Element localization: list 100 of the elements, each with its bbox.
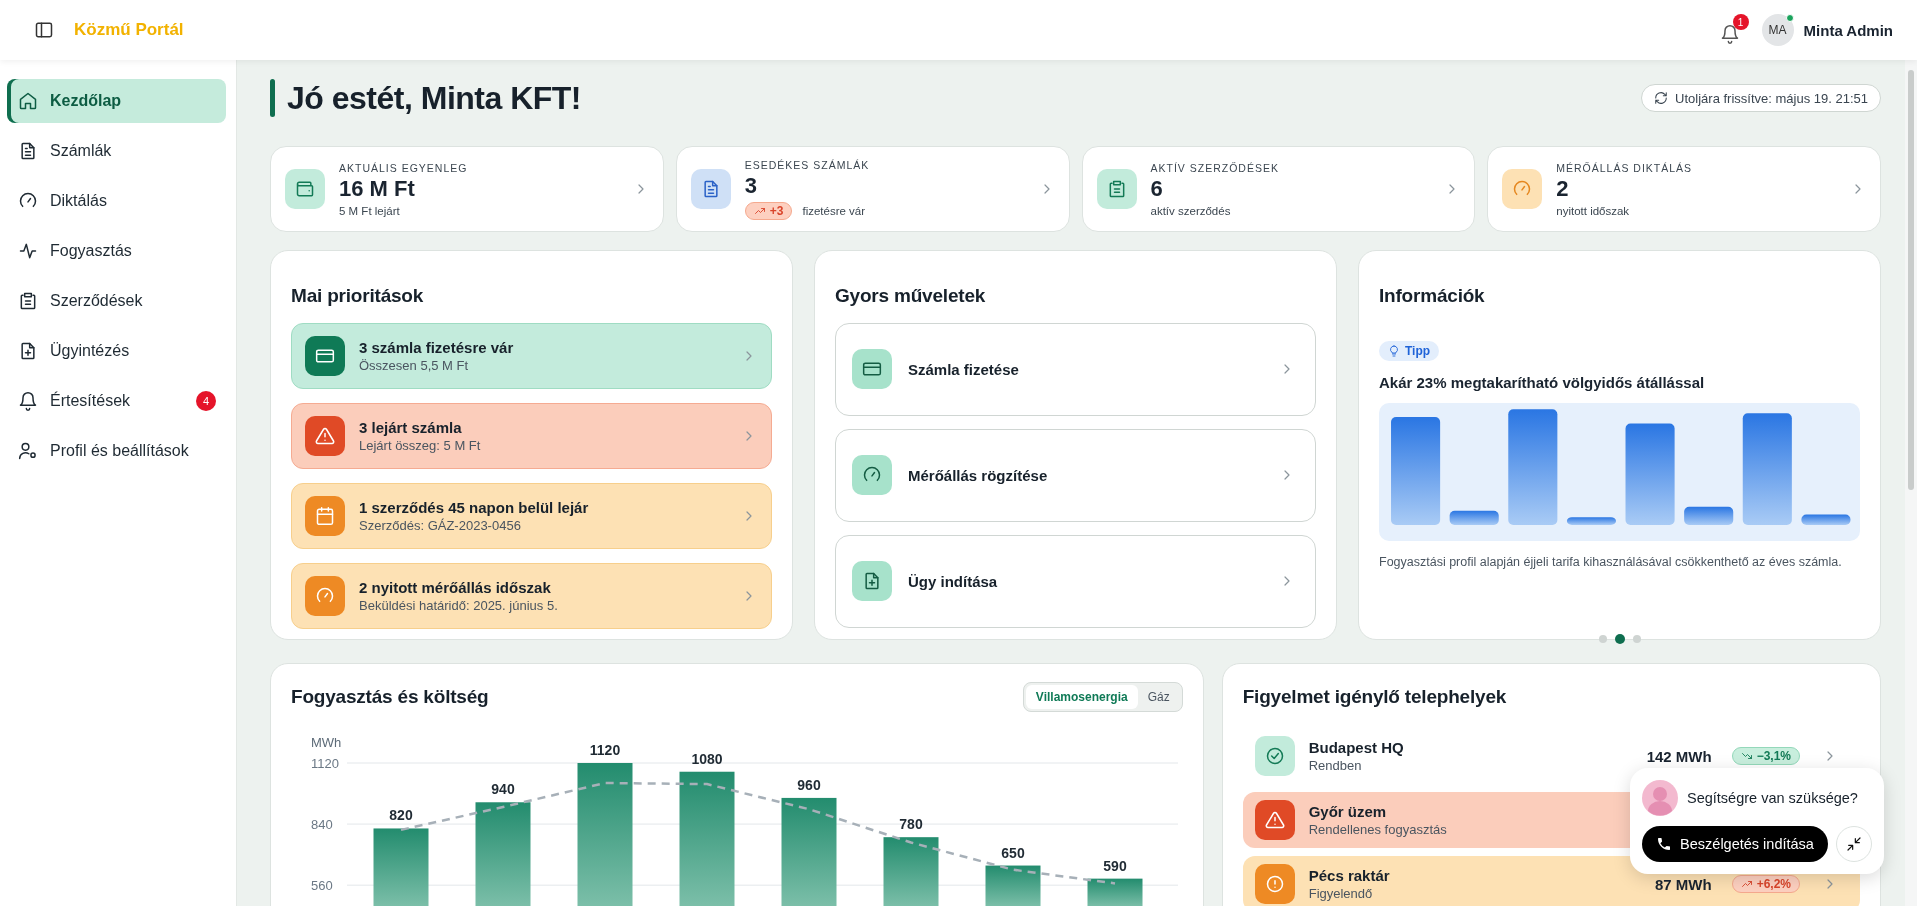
site-name: Győr üzem	[1308, 803, 1388, 820]
card-title: Fogyasztás és költség	[291, 686, 489, 708]
priority-item[interactable]: 3 lejárt számla Lejárt összeg: 5 M Ft	[291, 402, 772, 469]
sidebar-item[interactable]: Értesítések 4	[7, 379, 226, 423]
site-consumption: 87 MWh	[1654, 875, 1712, 893]
quick-action-button[interactable]: Számla fizetése	[835, 322, 1316, 416]
site-status: Rendellenes fogyasztás	[1308, 822, 1447, 837]
tip-tag: Tipp	[1379, 340, 1440, 361]
refresh-button[interactable]: Utoljára frissítve: május 19. 21:51	[1641, 84, 1881, 112]
data-label: 1120	[589, 742, 621, 758]
carousel-dot[interactable]	[1614, 633, 1625, 644]
priority-subtitle: Szerződés: GÁZ-2023-0456	[359, 517, 522, 533]
document-plus-icon	[18, 341, 38, 361]
help-question: Segítségre van szüksége?	[1687, 790, 1858, 806]
data-label: 590	[1103, 857, 1127, 874]
bar	[883, 837, 939, 906]
priority-item[interactable]: 2 nyitott mérőállás időszak Beküldési határidő: 2025. június 5.	[291, 562, 772, 629]
bell-icon	[1719, 24, 1740, 44]
carousel-dot[interactable]	[1632, 634, 1641, 643]
sidebar-toggle-icon	[34, 20, 54, 40]
refresh-icon	[1654, 91, 1669, 105]
stat-value: 6	[1150, 175, 1164, 202]
phone-icon	[1656, 836, 1673, 852]
tip-caption: Fogyasztási profil alapján éjjeli tarifa kihasználásával csökkenthető az éves számla.	[1379, 554, 1843, 569]
avatar-icon	[1642, 780, 1678, 816]
sidebar-item[interactable]: Szerződések	[7, 279, 226, 323]
priority-title: 3 lejárt számla	[359, 418, 463, 436]
stat-subtitle: nyitott időszak	[1556, 204, 1630, 217]
site-status: Rendben	[1308, 758, 1363, 773]
minimize-icon	[1846, 836, 1862, 852]
priority-title: 2 nyitott mérőállás időszak	[359, 578, 552, 596]
sidebar-item[interactable]: Kezdőlap	[7, 79, 226, 123]
sidebar-item[interactable]: Ügyintézés	[7, 329, 226, 373]
minimize-button[interactable]	[1836, 826, 1872, 862]
pulse-icon	[18, 241, 38, 261]
stat-value: 2	[1556, 175, 1570, 202]
stat-card[interactable]: MÉRŐÁLLÁS DIKTÁLÁS 2 nyitott időszak	[1487, 146, 1881, 232]
priority-item[interactable]: 1 szerződés 45 napon belül lejár Szerződés: GÁZ-2023-0456	[291, 482, 772, 549]
tab[interactable]: Gáz	[1137, 685, 1180, 709]
user-avatar[interactable]: MA	[1761, 14, 1794, 46]
tip-heading: Akár 23% megtakarítható völgyidős átállással	[1379, 373, 1706, 391]
quick-action-button[interactable]: Ügy indítása	[835, 534, 1316, 628]
site-consumption: 142 MWh	[1646, 747, 1712, 765]
notification-badge: 1	[1732, 14, 1749, 30]
trend-up-icon	[1740, 878, 1753, 890]
trend-badge: −3,1%	[1731, 747, 1800, 765]
bar	[1087, 878, 1143, 906]
stat-label: AKTÍV SZERZŐDÉSEK	[1150, 161, 1280, 174]
axis-tick-label: 560	[311, 878, 333, 894]
document-plus-icon	[862, 571, 882, 592]
warning-icon	[1264, 810, 1285, 830]
stat-subtitle: fizetésre vár	[802, 204, 866, 217]
carousel-dot[interactable]	[1598, 634, 1607, 643]
priority-item[interactable]: 3 számla fizetésre vár Összesen 5,5 M Ft	[291, 322, 772, 389]
card-title: Mai prioritások	[291, 284, 425, 307]
alert-circle-icon	[1264, 874, 1285, 894]
card-title: Gyors műveletek	[835, 284, 987, 307]
wallet-icon	[295, 179, 315, 199]
clipboard-icon	[18, 291, 38, 311]
priority-subtitle: Beküldési határidő: 2025. június 5.	[359, 597, 559, 613]
sidebar-toggle-button[interactable]	[34, 20, 54, 40]
data-label: 650	[1001, 844, 1025, 861]
start-call-button[interactable]: Beszélgetés indítása	[1642, 826, 1828, 862]
sidebar-item[interactable]: Fogyasztás	[7, 229, 226, 273]
user-name: Minta Admin	[1803, 21, 1893, 39]
site-name: Budapest HQ	[1308, 739, 1404, 756]
quick-action-button[interactable]: Mérőállás rögzítése	[835, 428, 1316, 522]
logo: Közmű Portál	[74, 20, 184, 40]
bar	[1566, 516, 1616, 525]
priority-title: 3 számla fizetésre vár	[359, 338, 515, 356]
axis-tick-label: 840	[311, 817, 333, 833]
sidebar-item[interactable]: Diktálás	[7, 179, 226, 223]
count-badge: 4	[196, 391, 216, 411]
axis-title: MWh	[311, 735, 342, 750]
stat-subtitle: 5 M Ft lejárt	[339, 204, 400, 217]
stat-card[interactable]: AKTUÁLIS EGYENLEG 16 M Ft 5 M Ft lejárt	[270, 146, 664, 232]
tab[interactable]: Villamosenergia	[1025, 685, 1138, 709]
stat-subtitle: aktív szerződés	[1150, 204, 1231, 217]
site-name: Pécs raktár	[1308, 867, 1390, 884]
card-title: Információk	[1379, 284, 1486, 307]
sidebar-item[interactable]: Profil és beállítások	[7, 429, 226, 473]
bar	[1801, 514, 1851, 525]
stat-card[interactable]: ESEDÉKES SZÁMLÁK 3 +3 fizetésre vár	[675, 146, 1070, 232]
user-settings-icon	[18, 441, 38, 461]
heading-accent-bar	[270, 79, 275, 117]
sidebar-item[interactable]: Számlák	[7, 129, 226, 173]
trend-badge: +3	[744, 201, 793, 220]
trend-down-icon	[1740, 750, 1753, 762]
data-label: 780	[899, 816, 923, 833]
card-title: Figyelmet igénylő telephelyek	[1242, 686, 1508, 708]
data-label: 1080	[691, 750, 723, 767]
home-icon	[18, 91, 38, 111]
bell-icon	[18, 391, 38, 411]
lightbulb-icon	[1388, 344, 1400, 357]
stat-label: MÉRŐÁLLÁS DIKTÁLÁS	[1556, 161, 1694, 174]
trend-badge: +6,2%	[1731, 875, 1800, 893]
check-circle-icon	[1264, 746, 1285, 766]
stat-card[interactable]: AKTÍV SZERZŐDÉSEK 6 aktív szerződés	[1081, 146, 1476, 232]
notifications-button[interactable]: 1	[1717, 14, 1749, 46]
scrollbar[interactable]	[1905, 60, 1917, 906]
